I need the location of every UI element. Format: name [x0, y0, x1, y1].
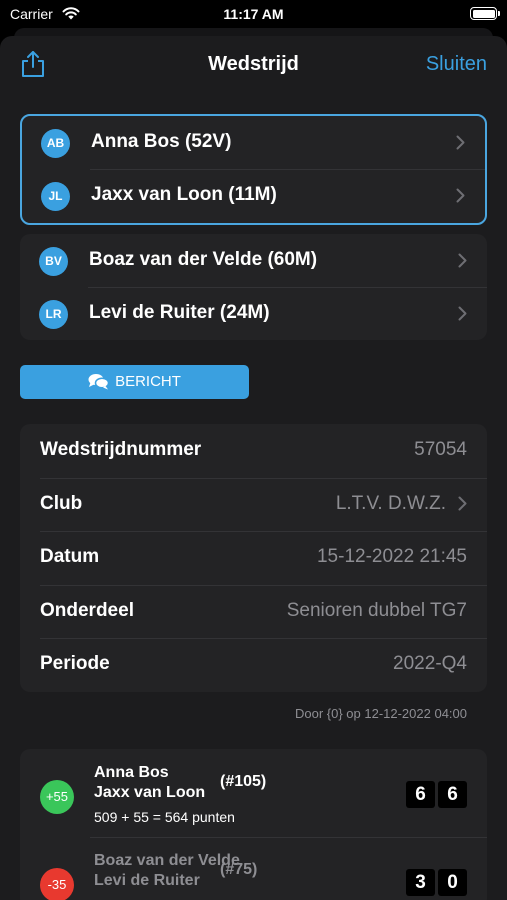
team-rank: (#75) [220, 861, 258, 878]
team-player-name: Boaz van der Velde [94, 852, 240, 869]
avatar: AB [41, 129, 70, 158]
player-name: Anna Bos (52V) [91, 131, 232, 152]
navigation-bar: Wedstrijd Sluiten [0, 36, 507, 92]
player-row-jaxx-van-loon[interactable]: JL Jaxx van Loon (11M) [22, 169, 485, 222]
set-scores: 6 6 [406, 781, 467, 808]
detail-value: 15-12-2022 21:45 [316, 546, 467, 568]
rating-delta-badge: -35 [40, 868, 74, 900]
detail-row-category: Onderdeel Senioren dubbel TG7 [20, 584, 487, 639]
entered-by-footnote: Door {0} op 12-12-2022 04:00 [294, 706, 467, 721]
team-rank: (#105) [220, 773, 267, 790]
result-row-away: -35 Boaz van der Velde Levi de Ruiter (#… [20, 837, 487, 900]
chevron-right-icon [456, 135, 465, 150]
chevron-right-icon [458, 306, 467, 321]
detail-row-date: Datum 15-12-2022 21:45 [20, 531, 487, 585]
team-points: 509 + 55 = 564 punten [94, 809, 235, 825]
set-score: 6 [438, 781, 467, 808]
battery-icon [470, 7, 500, 20]
status-bar: Carrier 11:17 AM [0, 0, 507, 28]
chat-bubbles-icon [88, 374, 110, 390]
team-names: Boaz van der Velde Levi de Ruiter [94, 851, 240, 891]
team-player-name: Levi de Ruiter [94, 872, 200, 889]
result-row-home: +55 Anna Bos Jaxx van Loon (#105) 509 + … [20, 749, 487, 837]
team-home-card: AB Anna Bos (52V) JL Jaxx van Loon (11M) [20, 114, 487, 225]
team-away-card: BV Boaz van der Velde (60M) LR Levi de R… [20, 234, 487, 340]
close-button[interactable]: Sluiten [426, 53, 487, 76]
detail-value: Senioren dubbel TG7 [286, 599, 467, 621]
detail-value: 57054 [414, 439, 467, 460]
match-details-card: Wedstrijdnummer 57054 Club L.T.V. D.W.Z.… [20, 424, 487, 692]
detail-label: Datum [40, 546, 100, 568]
chevron-right-icon [456, 188, 465, 203]
player-name: Boaz van der Velde (60M) [89, 249, 318, 270]
set-score: 0 [438, 869, 467, 896]
detail-value: L.T.V. D.W.Z. [336, 493, 467, 515]
detail-label: Club [40, 492, 83, 514]
detail-value: 2022-Q4 [393, 653, 467, 675]
player-row-anna-bos[interactable]: AB Anna Bos (52V) [22, 116, 485, 169]
avatar: LR [39, 300, 68, 329]
set-score: 3 [406, 869, 435, 896]
rating-delta-badge: +55 [40, 780, 74, 814]
player-row-boaz-van-der-velde[interactable]: BV Boaz van der Velde (60M) [20, 234, 487, 287]
avatar: JL [41, 182, 70, 211]
detail-row-period: Periode 2022-Q4 [20, 638, 487, 692]
results-card: +55 Anna Bos Jaxx van Loon (#105) 509 + … [20, 749, 487, 900]
clock: 11:17 AM [223, 6, 284, 22]
detail-row-match-number: Wedstrijdnummer 57054 [20, 424, 487, 478]
set-scores: 3 0 [406, 869, 467, 896]
avatar: BV [39, 247, 68, 276]
detail-label: Periode [40, 653, 110, 675]
detail-label: Wedstrijdnummer [40, 439, 202, 460]
player-row-levi-de-ruiter[interactable]: LR Levi de Ruiter (24M) [20, 287, 487, 340]
player-name: Jaxx van Loon (11M) [91, 184, 277, 205]
team-names: Anna Bos Jaxx van Loon [94, 763, 205, 803]
chevron-right-icon [458, 496, 467, 511]
team-player-name: Anna Bos [94, 764, 169, 781]
message-button-label: BERICHT [115, 373, 181, 390]
detail-row-club[interactable]: Club L.T.V. D.W.Z. [20, 477, 487, 532]
team-player-name: Jaxx van Loon [94, 784, 206, 801]
set-score: 6 [406, 781, 435, 808]
chevron-right-icon [458, 253, 467, 268]
detail-label: Onderdeel [40, 599, 134, 621]
player-name: Levi de Ruiter (24M) [89, 302, 270, 323]
message-button[interactable]: BERICHT [20, 365, 249, 399]
